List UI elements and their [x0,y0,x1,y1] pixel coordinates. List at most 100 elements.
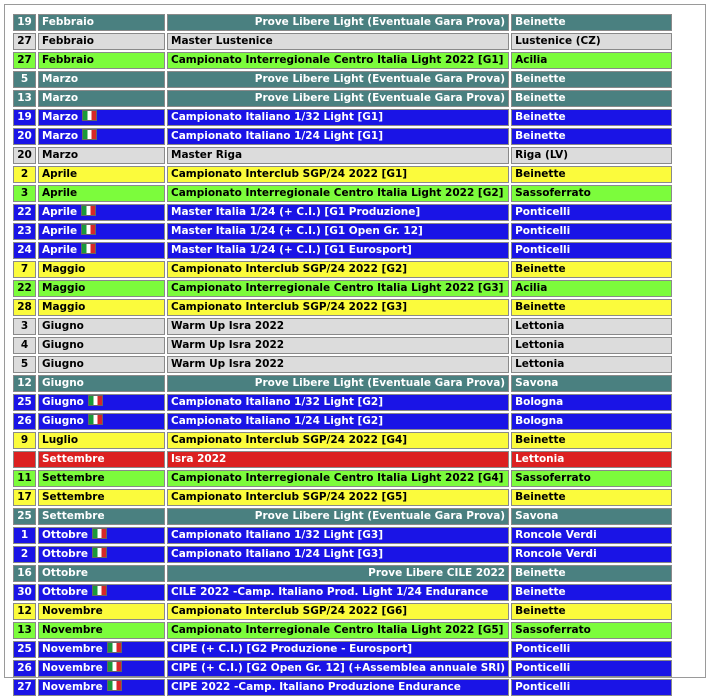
event-month-cell: Marzo [38,90,165,107]
calendar-row: 17 Settembre Campionato Interclub SGP/24 2… [13,489,673,506]
event-month-cell: Giugno [38,318,165,335]
event-location: Acilia [511,280,673,297]
event-name: Campionato Italiano 1/32 Light [G2] [167,394,510,411]
event-month: Febbraio [42,54,94,66]
event-month: Giugno [42,358,84,370]
event-month-cell: Giugno [38,337,165,354]
event-month: Ottobre [42,586,88,598]
event-location: Lettonia [511,318,673,335]
event-name: CIPE (+ C.I.) [G2 Produzione - Eurosport… [167,641,510,658]
event-name: Master Italia 1/24 (+ C.I.) [G1 Open Gr.… [167,223,510,240]
event-location: Sassoferrato [511,470,673,487]
event-name: Campionato Interregionale Centro Italia … [167,280,510,297]
calendar-row: 23 Aprile Master Italia 1/24 (+ C.I.) [G1 … [13,223,673,240]
event-month: Novembre [42,624,103,636]
event-month-cell: Giugno [38,375,165,392]
event-location: Roncole Verdi [511,546,673,563]
event-month: Maggio [42,263,86,275]
event-month: Giugno [42,339,84,351]
calendar-row: 25 Settembre Prove Libere Light (Eventuale… [13,508,673,525]
event-day: 11 [13,470,36,487]
calendar-row: 16 Ottobre Prove Libere CILE 2022 Beinette [13,565,673,582]
calendar-row: 3 Giugno Warm Up Isra 2022 Lettonia [13,318,673,335]
event-location: Bologna [511,413,673,430]
event-month-cell: Novembre [38,622,165,639]
event-month: Maggio [42,301,86,313]
event-name: Prove Libere Light (Eventuale Gara Prova… [167,508,510,525]
event-location: Lettonia [511,337,673,354]
event-month: Settembre [42,472,105,484]
italy-flag-icon [82,110,98,121]
event-day: 7 [13,261,36,278]
event-name: Master Riga [167,147,510,164]
event-day: 25 [13,641,36,658]
italy-flag-icon [87,395,103,406]
event-month-cell: Febbraio [38,52,165,69]
event-name: Isra 2022 [167,451,510,468]
event-month: Ottobre [42,548,88,560]
event-month-cell: Marzo [38,71,165,88]
calendar-row: 2 Ottobre Campionato Italiano 1/24 Light [… [13,546,673,563]
calendar-row: 13 Marzo Prove Libere Light (Eventuale Gar… [13,90,673,107]
event-month: Ottobre [42,529,88,541]
event-month: Maggio [42,282,86,294]
race-calendar-table: 19 Febbraio Prove Libere Light (Eventuale … [11,12,674,698]
calendar-row: 1 Ottobre Campionato Italiano 1/32 Light [… [13,527,673,544]
event-name: CILE 2022 -Camp. Italiano Prod. Light 1/… [167,584,510,601]
event-day [13,451,36,468]
event-month: Novembre [42,643,103,655]
calendar-row: 30 Ottobre CILE 2022 -Camp. Italiano Prod.… [13,584,673,601]
event-day: 17 [13,489,36,506]
calendar-frame: 19 Febbraio Prove Libere Light (Eventuale … [4,4,706,696]
event-location: Beinette [511,584,673,601]
calendar-row: 22 Maggio Campionato Interregionale Centro… [13,280,673,297]
event-day: 20 [13,128,36,145]
calendar-row: 3 Aprile Campionato Interregionale Centro … [13,185,673,202]
event-day: 3 [13,318,36,335]
event-location: Beinette [511,109,673,126]
event-name: Campionato Interregionale Centro Italia … [167,470,510,487]
event-day: 3 [13,185,36,202]
event-month-cell: Giugno [38,413,165,430]
event-day: 23 [13,223,36,240]
event-month: Marzo [42,130,79,142]
italy-flag-icon [81,243,97,254]
event-location: Lustenice (CZ) [511,33,673,50]
event-month-cell: Ottobre [38,565,165,582]
event-month-cell: Aprile [38,204,165,221]
event-day: 2 [13,546,36,563]
event-day: 1 [13,527,36,544]
italy-flag-icon [106,642,122,653]
event-month: Giugno [42,396,84,408]
event-month: Aprile [42,244,78,256]
event-month-cell: Febbraio [38,14,165,31]
event-location: Sassoferrato [511,185,673,202]
event-day: 25 [13,508,36,525]
event-name: Campionato Italiano 1/24 Light [G1] [167,128,510,145]
event-location: Beinette [511,128,673,145]
calendar-row: 20 Marzo Master Riga Riga (LV) [13,147,673,164]
event-location: Ponticelli [511,242,673,259]
event-day: 5 [13,71,36,88]
italy-flag-icon [106,661,122,672]
event-location: Beinette [511,565,673,582]
event-day: 30 [13,584,36,601]
event-month-cell: Aprile [38,223,165,240]
event-day: 13 [13,90,36,107]
event-month-cell: Luglio [38,432,165,449]
event-day: 22 [13,280,36,297]
event-month-cell: Settembre [38,508,165,525]
event-location: Lettonia [511,356,673,373]
event-location: Beinette [511,489,673,506]
event-day: 5 [13,356,36,373]
event-name: Warm Up Isra 2022 [167,318,510,335]
event-month: Marzo [42,149,79,161]
calendar-row: Settembre Isra 2022 Lettonia [13,451,673,468]
event-location: Beinette [511,261,673,278]
event-name: Campionato Interclub SGP/24 2022 [G4] [167,432,510,449]
event-location: Beinette [511,166,673,183]
event-month: Giugno [42,415,84,427]
calendar-row: 27 Febbraio Master Lustenice Lustenice (CZ) [13,33,673,50]
event-month: Marzo [42,111,79,123]
event-location: Lettonia [511,451,673,468]
